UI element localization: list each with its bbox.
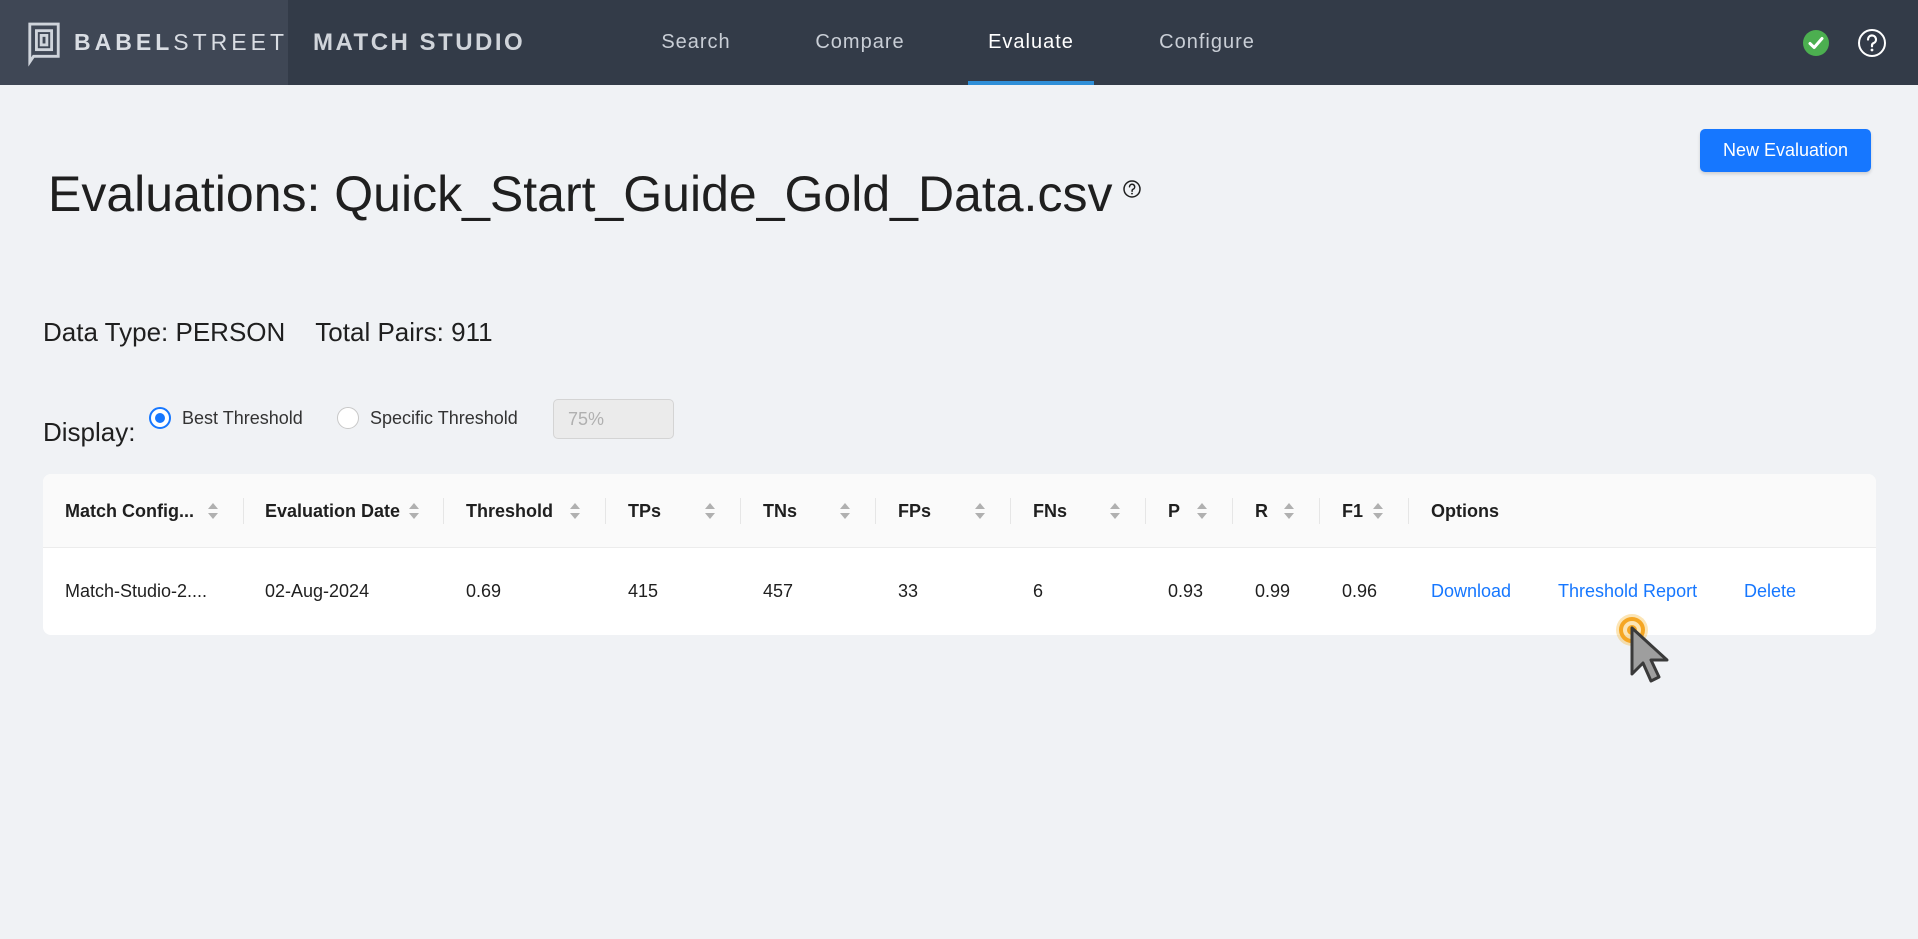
brand-name: BABELSTREET [74,29,288,55]
cell-p: 0.93 [1168,581,1204,601]
specific-threshold-radio[interactable] [337,407,359,429]
new-evaluation-button[interactable]: New Evaluation [1700,129,1871,172]
sort-icon[interactable] [1196,501,1208,521]
column-divider [875,498,876,524]
display-label: Display: [43,417,136,447]
cell-tns: 457 [763,581,794,601]
tab-evaluate[interactable]: Evaluate [968,0,1094,85]
table-header: Match Config... Evaluation Date Threshol… [43,474,1876,548]
babelstreet-logo-icon [28,22,60,67]
sort-icon[interactable] [569,501,581,521]
best-threshold-label[interactable]: Best Threshold [182,407,303,429]
cell-f1: 0.96 [1342,581,1378,601]
column-divider [1319,498,1320,524]
specific-threshold-label[interactable]: Specific Threshold [370,407,518,429]
column-header-tps[interactable]: TPs [628,474,661,548]
cell-tps: 415 [628,581,659,601]
product-name: MATCH STUDIO [313,28,526,56]
question-circle-icon[interactable] [1122,179,1142,199]
specific-threshold-input[interactable] [553,399,674,439]
data-type: Data Type: PERSON [43,317,286,347]
column-header-tns[interactable]: TNs [763,474,797,548]
column-header-f1[interactable]: F1 [1342,474,1363,548]
column-divider [243,498,244,524]
tab-compare[interactable]: Compare [804,0,916,85]
sort-icon[interactable] [974,501,986,521]
cell-fns: 6 [1033,581,1044,601]
question-circle-icon[interactable] [1857,28,1887,58]
page-title: Evaluations: Quick_Start_Guide_Gold_Data… [48,165,1142,223]
sort-icon[interactable] [1372,501,1384,521]
column-divider [740,498,741,524]
cell-threshold: 0.69 [466,581,502,601]
column-header-fps[interactable]: FPs [898,474,931,548]
cell-fps: 33 [898,581,919,601]
top-navigation-bar: BABELSTREET MATCH STUDIO Search Compare … [0,0,1918,85]
dataset-info: Data Type: PERSON Total Pairs: 911 [43,317,493,348]
check-circle-icon[interactable] [1802,29,1830,57]
delete-link[interactable]: Delete [1744,581,1796,602]
sort-icon[interactable] [704,501,716,521]
column-divider [1408,498,1409,524]
column-header-match-config[interactable]: Match Config... [65,474,194,548]
column-header-evaluation-date[interactable]: Evaluation Date [265,474,400,548]
download-link[interactable]: Download [1431,581,1511,602]
page-title-text: Evaluations: Quick_Start_Guide_Gold_Data… [48,166,1113,222]
column-divider [1232,498,1233,524]
tab-search[interactable]: Search [652,0,740,85]
column-divider [605,498,606,524]
column-divider [443,498,444,524]
sort-icon[interactable] [1109,501,1121,521]
sort-icon[interactable] [1283,501,1295,521]
column-header-options: Options [1431,500,1499,521]
total-pairs: Total Pairs: 911 [315,317,493,347]
sort-icon[interactable] [207,501,219,521]
cell-r: 0.99 [1255,581,1291,601]
cell-options: Delete [1744,548,1796,635]
column-divider [1010,498,1011,524]
cell-match-config: Match-Studio-2.... [65,581,208,601]
tab-configure[interactable]: Configure [1148,0,1266,85]
cell-options: Threshold Report [1558,548,1697,635]
brand[interactable]: BABELSTREET [0,0,288,85]
sort-icon[interactable] [408,501,420,521]
threshold-report-link[interactable]: Threshold Report [1558,581,1697,602]
best-threshold-radio[interactable] [149,407,171,429]
column-header-p[interactable]: P [1168,474,1180,548]
cell-evaluation-date: 02-Aug-2024 [265,581,370,601]
sort-icon[interactable] [839,501,851,521]
evaluations-table: Match Config... Evaluation Date Threshol… [43,474,1876,635]
column-header-fns[interactable]: FNs [1033,474,1067,548]
column-header-threshold[interactable]: Threshold [466,474,553,548]
cell-options: Download [1431,548,1511,635]
column-header-r[interactable]: R [1255,474,1268,548]
column-divider [1145,498,1146,524]
